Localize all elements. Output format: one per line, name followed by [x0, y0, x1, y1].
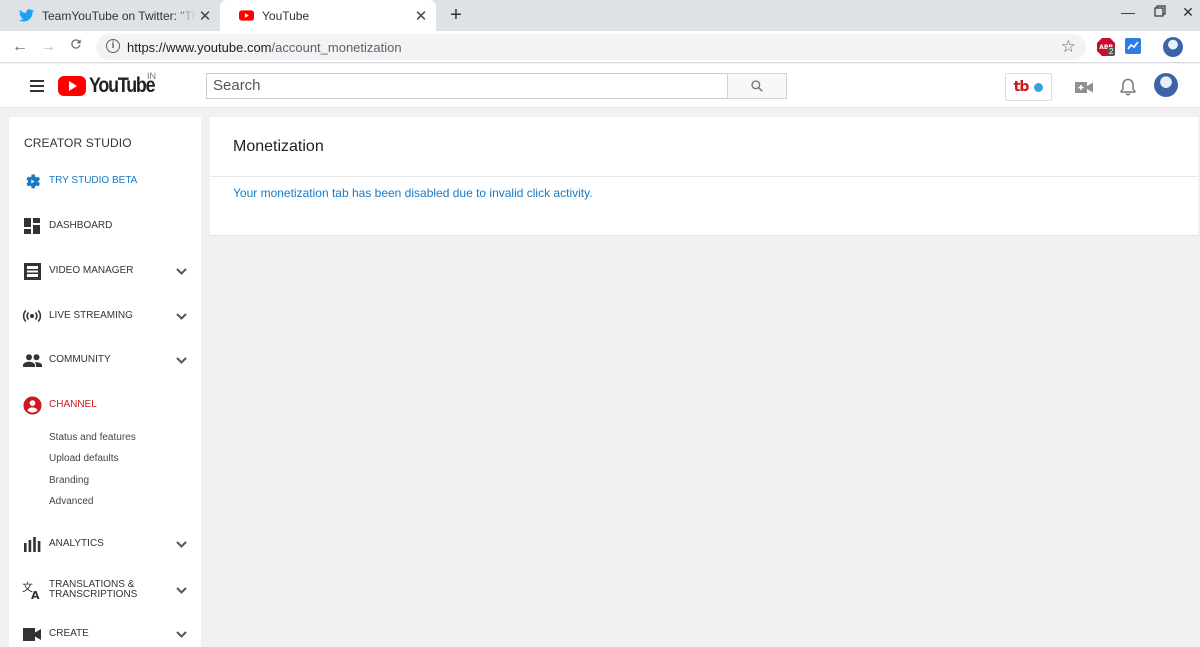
youtube-play-icon: [58, 76, 86, 96]
sidebar-subitem-upload-defaults[interactable]: Upload defaults: [49, 453, 119, 464]
youtube-logo[interactable]: YouTube IN: [58, 71, 166, 97]
url-path: /account_monetization: [271, 40, 402, 55]
bell-icon[interactable]: [1118, 77, 1138, 97]
creator-studio-sidebar: CREATOR STUDIO TRY STUDIO BETA DASHBOARD…: [9, 117, 201, 647]
sidebar-subitem-branding[interactable]: Branding: [49, 475, 89, 486]
sidebar-item-label: TRANSLATIONS & TRANSCRIPTIONS: [49, 580, 175, 600]
chevron-down-icon[interactable]: [175, 586, 187, 594]
back-arrow-icon[interactable]: ←: [10, 37, 30, 57]
sidebar-heading: CREATOR STUDIO: [24, 136, 132, 150]
star-icon[interactable]: ☆: [1061, 37, 1076, 57]
tubebuddy-icon: tb: [1013, 79, 1030, 95]
monetization-panel: Monetization Your monetization tab has b…: [210, 117, 1198, 236]
profile-avatar[interactable]: [1163, 37, 1183, 57]
sidebar-item-try-studio-beta[interactable]: TRY STUDIO BETA: [9, 169, 201, 193]
upload-video-icon[interactable]: [1074, 77, 1094, 97]
url-host: https://www.youtube.com: [127, 40, 272, 55]
chevron-down-icon[interactable]: [175, 356, 187, 364]
youtube-icon: [238, 8, 254, 24]
chevron-down-icon[interactable]: [175, 267, 187, 275]
forward-arrow-icon[interactable]: →: [38, 37, 58, 57]
sidebar-item-community[interactable]: COMMUNITY: [9, 348, 201, 372]
url-text: https://www.youtube.com/account_monetiza…: [127, 40, 402, 55]
sidebar-subitem-status-and-features[interactable]: Status and features: [49, 432, 136, 443]
people-icon: [22, 350, 42, 370]
search-input[interactable]: Search: [206, 73, 728, 99]
live-streaming-icon: [22, 306, 42, 326]
minimize-button[interactable]: —: [1116, 4, 1140, 24]
close-icon[interactable]: ✕: [196, 7, 214, 25]
sidebar-item-label: VIDEO MANAGER: [49, 265, 134, 276]
logo-text: YouTube: [89, 74, 156, 97]
sidebar-item-dashboard[interactable]: DASHBOARD: [9, 214, 201, 238]
monetization-status-message: Your monetization tab has been disabled …: [233, 186, 593, 200]
dashboard-icon: [22, 216, 42, 236]
sidebar-item-translations[interactable]: 文A TRANSLATIONS & TRANSCRIPTIONS: [9, 577, 201, 603]
sidebar-item-label: COMMUNITY: [49, 354, 111, 365]
search-icon: [751, 80, 763, 92]
sidebar-item-video-manager[interactable]: VIDEO MANAGER: [9, 259, 201, 283]
browser-tab-youtube[interactable]: YouTube ✕: [220, 0, 436, 31]
gear-icon: [22, 171, 42, 191]
chevron-down-icon[interactable]: [175, 540, 187, 548]
search-button[interactable]: [727, 73, 787, 99]
close-icon[interactable]: ✕: [412, 7, 430, 25]
sidebar-item-live-streaming[interactable]: LIVE STREAMING: [9, 304, 201, 328]
close-window-button[interactable]: ✕: [1176, 4, 1200, 24]
youtube-header: YouTube IN Search tb: [0, 64, 1200, 108]
divider: [210, 176, 1198, 177]
svg-text:A: A: [31, 589, 40, 600]
adblock-plus-icon[interactable]: ABP 2: [1097, 38, 1116, 56]
info-icon[interactable]: i: [106, 39, 120, 53]
sidebar-item-label: LIVE STREAMING: [49, 310, 133, 321]
chevron-down-icon[interactable]: [175, 630, 187, 638]
video-camera-icon: [22, 624, 42, 644]
sidebar-item-label: CREATE: [49, 628, 89, 639]
extension-chart-icon[interactable]: [1125, 38, 1143, 56]
reload-icon[interactable]: [66, 37, 86, 57]
sidebar-item-label: ANALYTICS: [49, 538, 104, 549]
sidebar-item-label: CHANNEL: [49, 399, 97, 410]
sidebar-item-label: TRY STUDIO BETA: [49, 175, 138, 186]
sidebar-item-label: DASHBOARD: [49, 220, 113, 231]
status-dot: [1034, 82, 1044, 92]
country-code: IN: [147, 71, 156, 81]
account-circle-icon: [22, 395, 42, 415]
sidebar-item-analytics[interactable]: ANALYTICS: [9, 532, 201, 556]
browser-tab-twitter[interactable]: TeamYouTube on Twitter: "Thank ✕: [0, 0, 220, 31]
translations-label-line2: TRANSCRIPTIONS: [49, 589, 138, 600]
account-avatar[interactable]: [1154, 73, 1178, 97]
video-manager-icon: [22, 261, 42, 281]
sidebar-subitem-advanced[interactable]: Advanced: [49, 496, 93, 507]
sidebar-item-channel[interactable]: CHANNEL: [9, 393, 201, 417]
twitter-icon: [18, 8, 34, 24]
browser-toolbar: ← → i https://www.youtube.com/account_mo…: [0, 31, 1200, 63]
browser-tabstrip: TeamYouTube on Twitter: "Thank ✕ YouTube…: [0, 0, 1200, 31]
bar-chart-icon: [22, 534, 42, 554]
chevron-down-icon[interactable]: [175, 312, 187, 320]
tubebuddy-button[interactable]: tb: [1005, 73, 1052, 101]
translate-icon: 文A: [22, 580, 42, 600]
tab-title: TeamYouTube on Twitter: "Thank: [42, 8, 196, 23]
restore-button[interactable]: [1148, 4, 1172, 24]
menu-icon[interactable]: [30, 80, 44, 92]
tab-title: YouTube: [262, 8, 310, 23]
abp-badge: 2: [1107, 47, 1116, 56]
sidebar-item-create[interactable]: CREATE: [9, 622, 201, 646]
address-bar[interactable]: i https://www.youtube.com/account_moneti…: [96, 34, 1086, 60]
page-title: Monetization: [233, 138, 324, 155]
new-tab-button[interactable]: +: [446, 5, 466, 25]
